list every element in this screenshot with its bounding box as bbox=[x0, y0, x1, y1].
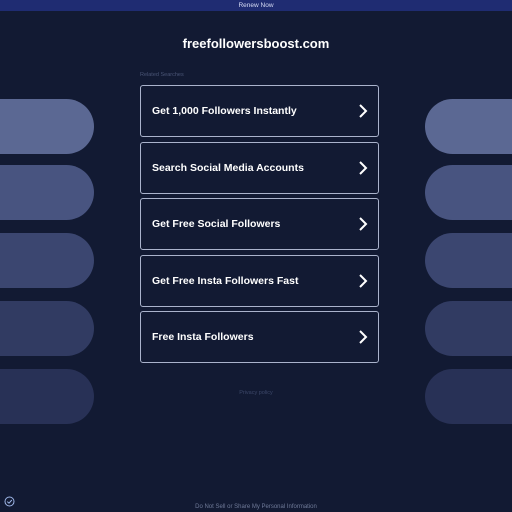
related-link-label: Get 1,000 Followers Instantly bbox=[152, 105, 297, 117]
top-banner: Renew Now bbox=[0, 0, 512, 11]
related-link-4[interactable]: Get Free Insta Followers Fast bbox=[140, 254, 379, 307]
decorative-pill bbox=[0, 301, 94, 356]
related-link-3[interactable]: Get Free Social Followers bbox=[140, 198, 379, 250]
decorative-pill bbox=[0, 165, 94, 220]
decorative-pill bbox=[0, 99, 94, 154]
related-link-2[interactable]: Search Social Media Accounts bbox=[140, 141, 379, 194]
decorative-pill bbox=[425, 369, 512, 424]
related-link-label: Search Social Media Accounts bbox=[152, 161, 304, 174]
parked-domain-page: Renew Now freefollowersboost.com Related… bbox=[0, 0, 512, 512]
related-link-label: Free Insta Followers bbox=[152, 331, 254, 343]
related-link-label: Get Free Insta Followers Fast bbox=[152, 274, 299, 287]
related-links-list: Get 1,000 Followers Instantly Search Soc… bbox=[140, 85, 379, 368]
related-link-1[interactable]: Get 1,000 Followers Instantly bbox=[140, 85, 379, 137]
chevron-right-icon bbox=[359, 104, 368, 118]
decorative-pill bbox=[425, 233, 512, 288]
chevron-right-icon bbox=[359, 273, 368, 288]
do-not-sell-link[interactable]: Do Not Sell or Share My Personal Informa… bbox=[0, 504, 512, 510]
decorative-pill bbox=[0, 233, 94, 288]
decorative-pill bbox=[0, 369, 94, 424]
domain-title: freefollowersboost.com bbox=[182, 36, 330, 51]
decorative-pill bbox=[425, 165, 512, 220]
chevron-right-icon bbox=[359, 160, 368, 175]
related-link-label: Get Free Social Followers bbox=[152, 218, 281, 230]
chevron-right-icon bbox=[359, 330, 368, 344]
related-link-5[interactable]: Free Insta Followers bbox=[140, 311, 379, 363]
privacy-policy-link[interactable]: Privacy policy bbox=[0, 390, 512, 396]
decorative-pill bbox=[425, 301, 512, 356]
related-searches-label: Related Searches bbox=[140, 72, 184, 78]
decorative-pill bbox=[425, 99, 512, 154]
chevron-right-icon bbox=[359, 217, 368, 231]
renew-now-link[interactable]: Renew Now bbox=[238, 2, 273, 9]
